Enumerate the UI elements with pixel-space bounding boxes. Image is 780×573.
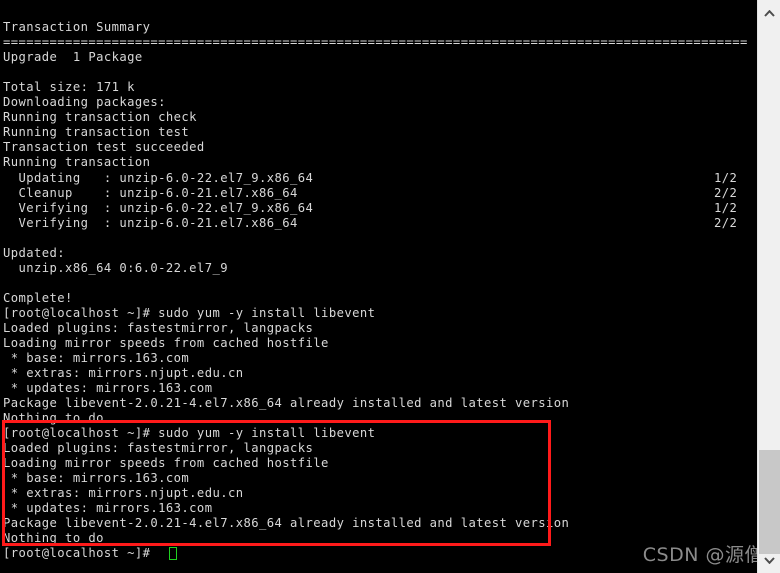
terminal-line: Updating : unzip-6.0-22.el7_9.x86_64 <box>3 171 314 185</box>
terminal-line: Transaction Summary <box>3 20 151 34</box>
csdn-watermark: CSDN @源僧 <box>642 544 764 566</box>
terminal-line: [root@localhost ~]# sudo yum -y install … <box>3 306 376 320</box>
chevron-up-icon[interactable] <box>758 2 780 24</box>
terminal-line: [root@localhost ~]# <box>3 546 151 560</box>
terminal-line: Loaded plugins: fastestmirror, langpacks <box>3 441 314 455</box>
terminal-line: Transaction test succeeded <box>3 140 205 154</box>
terminal-line: Running transaction check <box>3 110 197 124</box>
chevron-down-icon[interactable] <box>758 549 780 571</box>
terminal-line: Loading mirror speeds from cached hostfi… <box>3 336 329 350</box>
terminal-line: Total size: 171 k <box>3 80 135 94</box>
terminal-line: Verifying : unzip-6.0-22.el7_9.x86_64 <box>3 201 314 215</box>
terminal-line: Cleanup : unzip-6.0-21.el7.x86_64 <box>3 186 298 200</box>
terminal-output-area[interactable]: Transaction Summary =====================… <box>0 0 757 573</box>
terminal-line: Package libevent-2.0.21-4.el7.x86_64 alr… <box>3 396 570 410</box>
scrollbar-thumb[interactable] <box>759 450 780 554</box>
terminal-line: Nothing to do <box>3 411 104 425</box>
terminal-line: * extras: mirrors.njupt.edu.cn <box>3 366 244 380</box>
transaction-progress-counter: 2/2 <box>714 216 738 230</box>
vertical-scrollbar[interactable] <box>757 0 780 573</box>
terminal-line: * extras: mirrors.njupt.edu.cn <box>3 486 244 500</box>
terminal-line: Running transaction test <box>3 125 190 139</box>
terminal-line: Running transaction <box>3 155 151 169</box>
terminal-line: Complete! <box>3 291 73 305</box>
terminal-line: * base: mirrors.163.com <box>3 351 190 365</box>
terminal-window: Transaction Summary =====================… <box>0 0 780 573</box>
transaction-progress-counter: 1/2 <box>714 171 738 185</box>
terminal-line: ========================================… <box>3 35 748 49</box>
terminal-line: Downloading packages: <box>3 95 166 109</box>
terminal-line: Updated: <box>3 246 66 260</box>
terminal-line: Loaded plugins: fastestmirror, langpacks <box>3 321 314 335</box>
terminal-line: [root@localhost ~]# sudo yum -y install … <box>3 426 376 440</box>
transaction-progress-counter: 2/2 <box>714 186 738 200</box>
terminal-line: Nothing to do <box>3 531 104 545</box>
terminal-line: Loading mirror speeds from cached hostfi… <box>3 456 329 470</box>
transaction-progress-counter: 1/2 <box>714 201 738 215</box>
terminal-line: Upgrade 1 Package <box>3 50 143 64</box>
terminal-line: unzip.x86_64 0:6.0-22.el7_9 <box>3 261 228 275</box>
terminal-line: * updates: mirrors.163.com <box>3 501 213 515</box>
terminal-cursor <box>169 547 177 560</box>
terminal-line: * base: mirrors.163.com <box>3 471 190 485</box>
terminal-line: * updates: mirrors.163.com <box>3 381 213 395</box>
terminal-line: Package libevent-2.0.21-4.el7.x86_64 alr… <box>3 516 570 530</box>
terminal-line: Verifying : unzip-6.0-21.el7.x86_64 <box>3 216 298 230</box>
